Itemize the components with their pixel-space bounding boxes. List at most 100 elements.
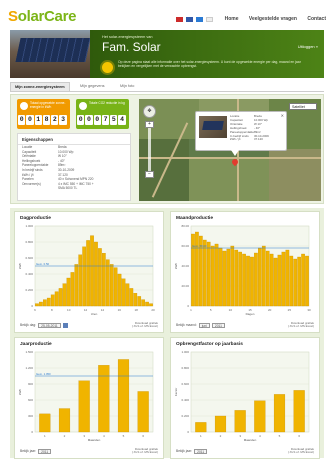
bar [102,253,106,307]
bar [133,293,138,307]
chart-footer: Bekijk jaar: 2011 [176,448,208,454]
download-link[interactable]: Download grafiek (.XLS of .MS Excel) [132,321,158,329]
bar [238,251,242,307]
bar [210,245,215,307]
tab-system[interactable]: Mijn zonne-energiesysteem [10,82,70,91]
download-link[interactable]: Download grafiek (.XLS of .MS Excel) [288,447,314,455]
x-tick-label: 30 [307,308,311,312]
bar [125,283,130,307]
y-tick-label: 40.00 [181,264,189,268]
flag-de-icon[interactable] [196,17,204,23]
zoom-out-button[interactable]: − [145,171,154,178]
chart-monthly: Maandproductie 0 20.00 40.00 60.00 80.00 Gem.… [170,211,320,333]
close-icon[interactable]: ✕ [281,113,284,118]
y-tick-label: 0 [187,430,189,434]
bar [230,245,235,307]
tab-photo[interactable]: Mijn foto [116,82,138,91]
average-label: Gem. 0.50 [36,262,50,266]
map-info-window: Locatie Breda Capaciteit 10.000 Wp Oriëntati… [195,111,287,151]
y-tick-label: 1.000 [25,224,33,228]
solarcare-logo[interactable]: SolarCare [8,8,76,25]
satellite-map[interactable]: ✥ + − Satelliet Locatie Breda Capaciteit 10… [139,99,321,201]
bar [218,247,223,307]
flag-en-icon[interactable] [186,17,194,23]
x-axis-label: Dagen [246,312,255,316]
hero-title: Fam. Solar [102,40,161,54]
map-pan-control[interactable]: ✥ [143,105,156,118]
y-tick-label: 0.200 [181,414,189,418]
bar [113,267,118,307]
x-axis-label: Maanden [88,438,101,442]
bar [43,299,47,307]
x-tick-label: 1 [190,308,192,312]
bar [297,256,301,307]
nav-faq[interactable]: Veelgestelde vragen [249,16,297,22]
x-tick-label: 4 [259,434,261,438]
bar [58,408,71,433]
x-tick-label: 3 [83,434,85,438]
bar [58,288,63,307]
x-tick-label: 25 [288,308,292,312]
top-bar: SolarCare Home Veelgestelde vragen Conta… [0,0,334,28]
x-tick-label: 8 [51,308,53,312]
y-axis-label: kWh [18,389,22,395]
download-link[interactable]: Download grafiek (.XLS of .MS Excel) [132,447,158,455]
bar [250,256,254,307]
logout-link[interactable]: Uitloggen » [298,44,318,49]
x-tick-label: 6 [298,434,300,438]
x-tick-label: 5 [210,308,212,312]
top-nav: Home Veelgestelde vragen Contact [216,16,326,22]
bar [137,296,142,307]
bar [214,243,219,307]
y-tick-label: 0 [31,430,33,434]
bar [105,259,110,307]
bar [226,248,231,307]
download-link[interactable]: Download grafiek (.XLS of .MS Excel) [288,321,314,329]
x-tick-label: 20 [268,308,272,312]
y-tick-label: 20.00 [181,284,189,288]
bar [98,365,110,433]
bar [222,250,227,307]
bar [234,410,246,433]
bar [94,241,98,307]
calendar-icon[interactable] [62,322,68,328]
plot-area [190,351,310,433]
properties-title: Eigenschappen [18,134,130,145]
bar [98,248,102,307]
bar [273,257,278,307]
x-tick-label: 2 [64,434,66,438]
bar [242,253,246,307]
hero-banner: Het solar-energiesysteem van Fam. Solar … [10,30,324,78]
bar [214,415,227,433]
flag-nl-icon[interactable] [176,17,183,23]
x-tick-label: 6 [142,434,144,438]
language-flags [176,17,215,23]
nav-home[interactable]: Home [225,16,239,22]
flag-fr-icon[interactable] [206,17,214,23]
year-select[interactable]: 2011 [211,322,225,328]
bar [149,303,153,307]
x-tick-label: 12 [84,308,88,312]
year-select[interactable]: 2011 [38,448,52,454]
x-tick-label: 16 [118,308,122,312]
map-zoom-slider[interactable] [148,121,151,173]
map-type-select[interactable]: Satelliet [289,103,317,110]
system-panel: Totaal opgewekte zonne-energie in kWh 00… [10,94,324,204]
bar [289,255,294,307]
y-axis-label: kWh [18,263,22,269]
tab-data[interactable]: Mijn gegevens [76,82,108,91]
bar [269,253,274,307]
bar [246,255,250,307]
co2-counter: Totale CO2 reductie in kg 000754 [76,99,129,129]
month-select[interactable]: juni [198,322,210,328]
y-tick-label: 1.200 [25,366,33,370]
y-tick-label: 0.200 [25,288,33,292]
y-tick-label: 0.800 [25,240,33,244]
zoom-in-button[interactable]: + [145,121,154,128]
y-axis-label: Factor [174,388,178,397]
y-tick-label: 80.00 [181,224,189,228]
y-tick-label: 0.400 [25,272,33,276]
date-field[interactable]: 25-05-2011 [38,322,61,328]
nav-contact[interactable]: Contact [307,16,326,22]
year-select[interactable]: 2011 [194,448,208,454]
